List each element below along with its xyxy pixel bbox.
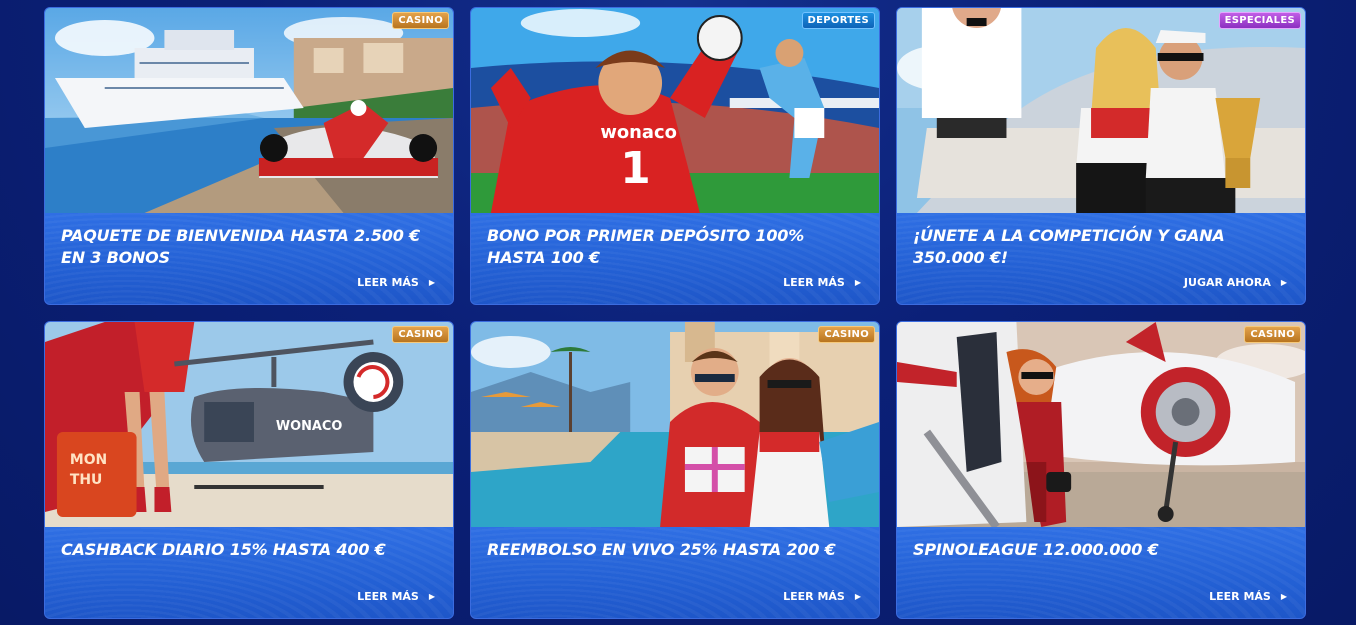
promo-title: PAQUETE DE BIENVENIDA HASTA 2.500 € EN 3… (61, 226, 420, 267)
cta-label: LEER MÁS (783, 590, 845, 603)
card-body: ¡ÚNETE A LA COMPETICIÓN Y GANA 350.000 €… (897, 213, 1305, 304)
card-body: CASHBACK DIARIO 15% HASTA 400 € LEER MÁS… (45, 527, 453, 618)
category-badge: ESPECIALES (1218, 12, 1301, 29)
promo-title: REEMBOLSO EN VIVO 25% HASTA 200 € (487, 540, 836, 559)
cta-label: LEER MÁS (1209, 590, 1271, 603)
play-now-link[interactable]: JUGAR AHORA ▶ (1184, 276, 1287, 289)
pool-couple-gift-image: CASINO (471, 322, 879, 527)
svg-text:wonaco: wonaco (600, 122, 677, 143)
svg-text:WONACO: WONACO (276, 419, 343, 434)
promo-title: SPINOLEAGUE 12.000.000 € (913, 540, 1159, 559)
read-more-link[interactable]: LEER MÁS ▶ (1209, 590, 1287, 603)
svg-text:MON: MON (70, 452, 107, 468)
category-badge: DEPORTES (801, 12, 875, 29)
promo-title: ¡ÚNETE A LA COMPETICIÓN Y GANA 350.000 €… (913, 226, 1225, 267)
football-goalkeeper-image: wonaco 1 DEPORTES (471, 8, 879, 213)
card-body: BONO POR PRIMER DEPÓSITO 100% HASTA 100 … (471, 213, 879, 304)
card-body: SPINOLEAGUE 12.000.000 € LEER MÁS ▶ (897, 527, 1305, 618)
card-body: PAQUETE DE BIENVENIDA HASTA 2.500 € EN 3… (45, 213, 453, 304)
cta-label: LEER MÁS (783, 276, 845, 289)
promo-card-spinoleague[interactable]: CASINO SPINOLEAGUE 12.000.000 € LEER MÁS… (896, 321, 1306, 619)
promotions-page: CASINO PAQUETE DE BIENVENIDA HASTA 2.500… (0, 0, 1356, 625)
luxury-car-trophy-image: ESPECIALES (897, 8, 1305, 213)
helicopter-suitcase-image: MON THU WONACO CASINO (45, 322, 453, 527)
category-badge: CASINO (1244, 326, 1301, 343)
promo-card-first-deposit[interactable]: wonaco 1 DEPORTES BONO POR PRIMER DEPÓSI… (470, 7, 880, 305)
promo-card-live-refund[interactable]: CASINO REEMBOLSO EN VIVO 25% HASTA 200 €… (470, 321, 880, 619)
triangle-right-icon: ▶ (428, 278, 435, 287)
cta-label: LEER MÁS (357, 276, 419, 289)
triangle-right-icon: ▶ (1280, 592, 1287, 601)
promo-title: BONO POR PRIMER DEPÓSITO 100% HASTA 100 … (487, 226, 805, 267)
triangle-right-icon: ▶ (428, 592, 435, 601)
cta-label: LEER MÁS (357, 590, 419, 603)
private-jet-woman-image: CASINO (897, 322, 1305, 527)
cta-label: JUGAR AHORA (1183, 276, 1271, 289)
read-more-link[interactable]: LEER MÁS ▶ (783, 276, 861, 289)
triangle-right-icon: ▶ (854, 278, 861, 287)
category-badge: CASINO (818, 326, 875, 343)
yacht-race-car-image: CASINO (45, 8, 453, 213)
svg-text:1: 1 (620, 143, 650, 194)
svg-text:THU: THU (70, 472, 102, 488)
category-badge: CASINO (392, 326, 449, 343)
read-more-link[interactable]: LEER MÁS ▶ (357, 276, 435, 289)
promo-card-welcome-package[interactable]: CASINO PAQUETE DE BIENVENIDA HASTA 2.500… (44, 7, 454, 305)
promo-card-competition[interactable]: ESPECIALES ¡ÚNETE A LA COMPETICIÓN Y GAN… (896, 7, 1306, 305)
triangle-right-icon: ▶ (854, 592, 861, 601)
category-badge: CASINO (392, 12, 449, 29)
promo-title: CASHBACK DIARIO 15% HASTA 400 € (61, 540, 386, 559)
triangle-right-icon: ▶ (1280, 278, 1287, 287)
promo-card-daily-cashback[interactable]: MON THU WONACO CASINO CASHBACK DIARIO 15… (44, 321, 454, 619)
read-more-link[interactable]: LEER MÁS ▶ (357, 590, 435, 603)
read-more-link[interactable]: LEER MÁS ▶ (783, 590, 861, 603)
card-body: REEMBOLSO EN VIVO 25% HASTA 200 € LEER M… (471, 527, 879, 618)
promotions-grid: CASINO PAQUETE DE BIENVENIDA HASTA 2.500… (44, 7, 1306, 619)
